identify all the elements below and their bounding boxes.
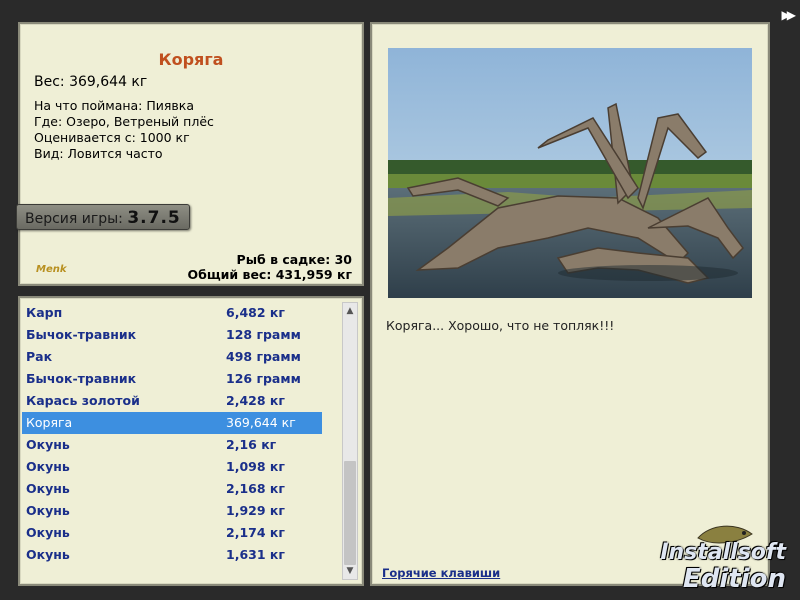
list-item-weight: 369,644 кг: [226, 415, 296, 430]
list-item[interactable]: Окунь 1,098 кг: [22, 456, 322, 478]
list-item[interactable]: Бычок-травник 126 грамм: [22, 368, 322, 390]
detail-location: Где: Озеро, Ветреный плёс: [34, 114, 214, 129]
fish-title: Коряга: [158, 50, 224, 69]
list-item-weight: 2,168 кг: [226, 481, 285, 496]
catch-caption: Коряга... Хорошо, что не топляк!!!: [386, 318, 615, 333]
scroll-up-icon[interactable]: ▲: [343, 303, 357, 319]
list-item-weight: 128 грамм: [226, 327, 301, 342]
fish-weight: Вес: 369,644 кг: [34, 74, 148, 90]
list-item-weight: 126 грамм: [226, 371, 301, 386]
list-scrollbar[interactable]: ▲ ▼: [342, 302, 358, 580]
list-item-weight: 1,098 кг: [226, 459, 285, 474]
small-logo: Menk: [36, 264, 67, 275]
catch-photo: [388, 48, 752, 298]
list-item-name: Карп: [26, 305, 63, 320]
list-item[interactable]: Рак 498 грамм: [22, 346, 322, 368]
list-item-weight: 1,631 кг: [226, 547, 285, 562]
detail-species-frequency: Вид: Ловится часто: [34, 146, 163, 161]
list-item-name: Окунь: [26, 459, 70, 474]
hotkeys-link[interactable]: Горячие клавиши: [382, 566, 500, 580]
catch-info-panel: Коряга Вес: 369,644 кг На что поймана: П…: [16, 22, 364, 286]
brand-line2: Edition: [683, 564, 786, 594]
fish-count: Рыб в садке: 30: [236, 252, 352, 267]
list-item-weight: 2,16 кг: [226, 437, 277, 452]
scroll-thumb[interactable]: [344, 461, 356, 565]
list-item-weight: 2,174 кг: [226, 525, 285, 540]
catch-detail-panel: Коряга... Хорошо, что не топляк!!! Горяч…: [370, 22, 770, 586]
game-version-badge: Версия игры: 3.7.5: [16, 204, 190, 230]
list-item-name: Окунь: [26, 503, 70, 518]
list-item-weight: 2,428 кг: [226, 393, 285, 408]
list-item-name: Окунь: [26, 525, 70, 540]
list-item[interactable]: Окунь 2,16 кг: [22, 434, 322, 456]
catch-list: Карп 6,482 кг Бычок-травник 128 грамм Рак 498…: [22, 302, 322, 566]
list-item[interactable]: Окунь 1,631 кг: [22, 544, 322, 566]
fast-forward-icon[interactable]: ▶▶: [782, 8, 797, 22]
list-item[interactable]: Бычок-травник 128 грамм: [22, 324, 322, 346]
list-item-weight: 6,482 кг: [226, 305, 285, 320]
list-item-name: Рак: [26, 349, 53, 364]
catch-list-panel: Карп 6,482 кг Бычок-травник 128 грамм Рак 498…: [18, 296, 364, 586]
list-item[interactable]: Окунь 2,168 кг: [22, 478, 322, 500]
list-item-name: Окунь: [26, 547, 70, 562]
scroll-down-icon[interactable]: ▼: [343, 563, 357, 579]
list-item-name: Окунь: [26, 437, 70, 452]
list-item[interactable]: Карась золотой 2,428 кг: [22, 390, 322, 412]
detail-valued-from: Оценивается с: 1000 кг: [34, 130, 190, 145]
list-item[interactable]: Окунь 1,929 кг: [22, 500, 322, 522]
list-item[interactable]: Коряга 369,644 кг: [22, 412, 322, 434]
version-label: Версия игры:: [25, 211, 123, 227]
list-item-name: Окунь: [26, 481, 70, 496]
installsoft-logo: Installsoft Edition: [626, 525, 796, 596]
total-weight: Общий вес: 431,959 кг: [187, 267, 353, 282]
list-item-name: Бычок-травник: [26, 371, 137, 386]
fish-details: На что поймана: Пиявка Где: Озеро, Ветре…: [34, 98, 214, 162]
list-item[interactable]: Окунь 2,174 кг: [22, 522, 322, 544]
list-item-weight: 1,929 кг: [226, 503, 285, 518]
list-item[interactable]: Карп 6,482 кг: [22, 302, 322, 324]
list-item-weight: 498 грамм: [226, 349, 301, 364]
list-item-name: Коряга: [26, 415, 73, 430]
detail-bait: На что поймана: Пиявка: [34, 98, 194, 113]
brand-line1: Installsoft: [660, 540, 786, 565]
list-item-name: Карась золотой: [26, 393, 140, 408]
list-item-name: Бычок-травник: [26, 327, 137, 342]
catch-stats: Рыб в садке: 30 Общий вес: 431,959 кг: [188, 252, 353, 282]
version-value: 3.7.5: [127, 208, 181, 228]
